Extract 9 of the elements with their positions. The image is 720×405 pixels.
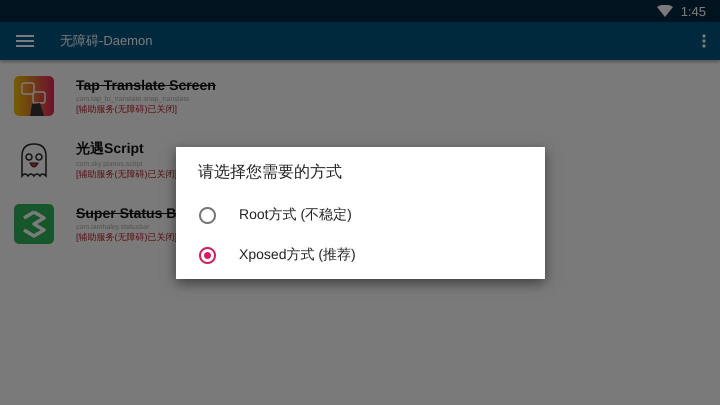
- status-time: 1:45: [680, 4, 706, 18]
- toolbar-title: 无障碍-Daemon: [60, 32, 154, 50]
- app-name: 光遇Script: [76, 140, 145, 158]
- dialog-title: 请选择您需要的方式: [198, 162, 343, 183]
- service-status: [辅助服务(无障碍)已关闭]: [76, 102, 178, 116]
- option-label: Xposed方式 (推荐): [239, 246, 356, 264]
- app-name: Super Status B: [76, 204, 177, 220]
- app-name: Tap Translate Screen: [76, 76, 216, 92]
- option-label: Root方式 (不稳定): [239, 206, 352, 224]
